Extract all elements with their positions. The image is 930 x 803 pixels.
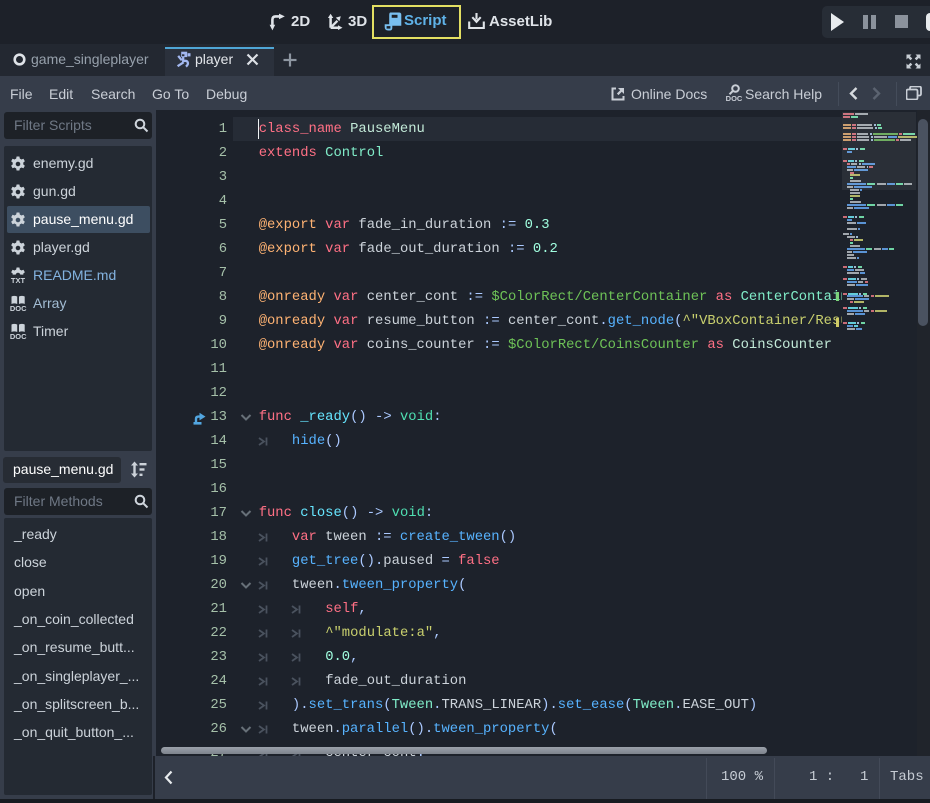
svg-text:DOC: DOC [726,94,742,102]
